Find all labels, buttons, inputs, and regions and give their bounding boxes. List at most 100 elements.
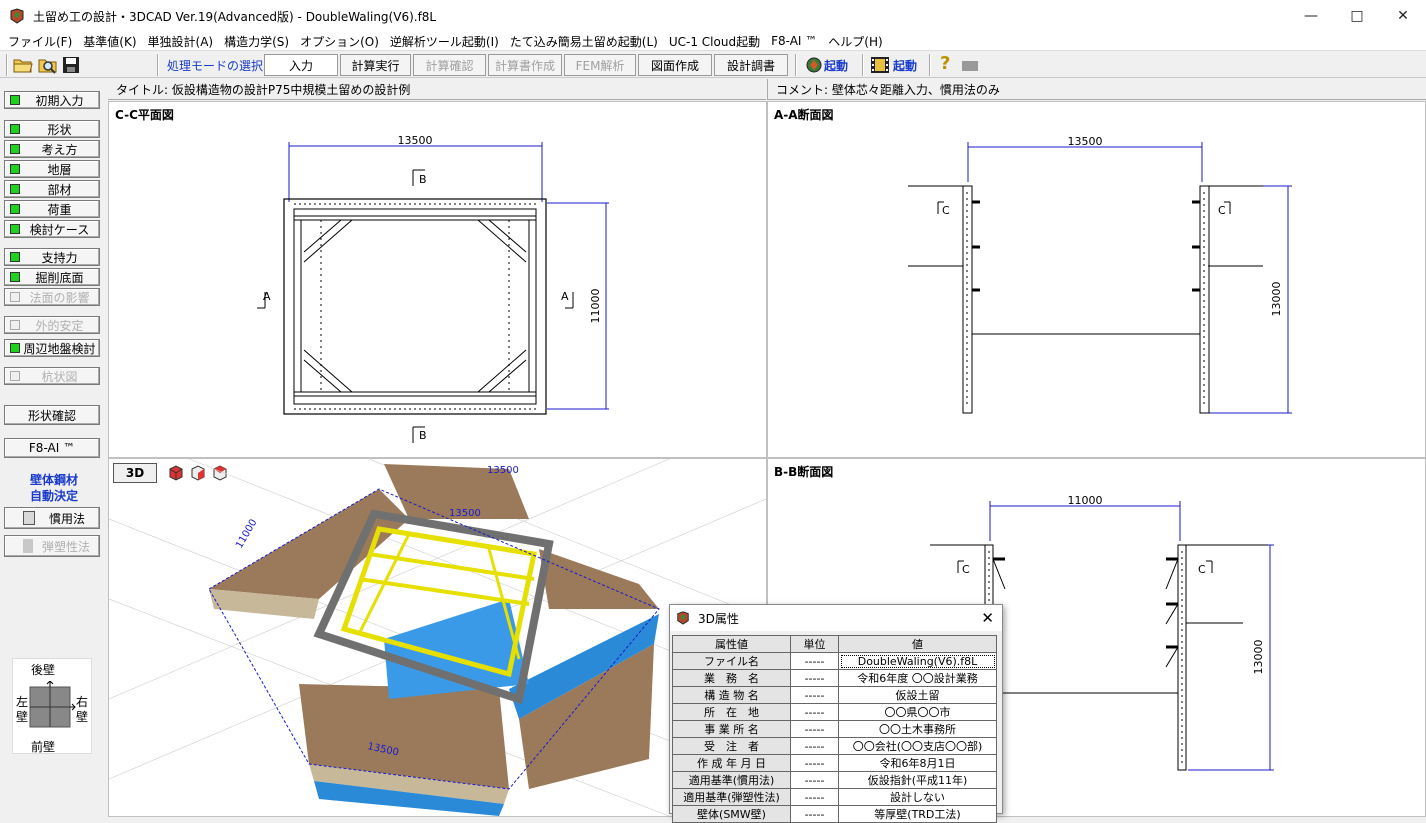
mode-input-button[interactable]: 入力 (264, 54, 338, 76)
front-wall-label: 前壁 (31, 740, 56, 754)
3d-dim-b: 11000 (234, 517, 259, 550)
table-row[interactable]: 適用基準(弾塑性法) ----- 設計しない (672, 788, 997, 806)
status-led-icon (10, 95, 20, 105)
table-row[interactable]: 所 在 地 ----- 〇〇県〇〇市 (672, 703, 997, 721)
sidebar-item-load[interactable]: 荷重 (4, 200, 100, 218)
conventional-method-button[interactable]: 慣用法 (4, 507, 100, 529)
header-attribute: 属性値 (672, 635, 791, 653)
table-row[interactable]: 事 業 所 名 ----- 〇〇土木事務所 (672, 720, 997, 738)
sidebar-item-surrounding-ground[interactable]: 周辺地盤検討 (4, 339, 100, 357)
table-row[interactable]: 業 務 名 ----- 令和6年度 〇〇設計業務 (672, 669, 997, 687)
menu-option[interactable]: オプション(O) (300, 33, 379, 50)
rear-wall-label: 後壁 (31, 663, 56, 677)
toolbar: 処理モードの選択 入力 計算実行 計算確認 計算書作成 FEM解析 図面作成 設… (0, 51, 1426, 78)
menu-bar: ファイル(F) 基準値(K) 単独設計(A) 構造力学(S) オプション(O) … (0, 32, 1426, 51)
open-folder-icon[interactable] (13, 56, 33, 74)
plan-dim-width: 13500 (398, 134, 433, 147)
plan-marker-a-right: A (561, 290, 569, 303)
menu-tatekomi[interactable]: たて込み簡易土留め起動(L) (510, 33, 658, 50)
aa-dim-height: 13000 (1270, 282, 1283, 317)
sidebar-item-pile-diagram[interactable]: 杭状図 (4, 367, 100, 385)
menu-uc1cloud[interactable]: UC-1 Cloud起動 (669, 33, 760, 50)
menu-f8ai[interactable]: F8-AI ™ (771, 34, 817, 48)
film-icon[interactable] (870, 56, 890, 74)
auto-steel-subtitle: 自動決定 (29, 489, 78, 503)
dialog-title: 3D属性 (698, 611, 739, 626)
sidebar-item-external-stability[interactable]: 外的安定 (4, 316, 100, 334)
mode-survey-button[interactable]: 設計調書 (714, 54, 788, 76)
project-title: タイトル: 仮設構造物の設計P75中規模土留めの設計例 (116, 82, 411, 97)
status-led-icon (10, 224, 20, 234)
sidebar-item-slope[interactable]: 法面の影響 (4, 288, 100, 306)
save-icon[interactable] (62, 56, 80, 74)
right-wall-label-2: 壁 (76, 710, 89, 724)
3d-dim-a2: 13500 (449, 508, 481, 519)
status-led-icon (10, 292, 20, 302)
menu-gyakukaiseki[interactable]: 逆解析ツール起動(I) (390, 33, 499, 50)
wall-orientation-compass: 後壁 前壁 左 壁 右 壁 (12, 658, 92, 754)
search-file-icon[interactable] (38, 56, 58, 74)
menu-help[interactable]: ヘルプ(H) (828, 33, 882, 50)
close-button[interactable]: ✕ (1380, 0, 1426, 32)
menu-kozo[interactable]: 構造力学(S) (224, 33, 289, 50)
table-row[interactable]: 構 造 物 名 ----- 仮設土留 (672, 686, 997, 704)
status-led-icon (10, 343, 20, 353)
3d-attribute-dialog: 3D属性 ✕ 属性値 単位 値 ファイル名 ----- DoubleWaling(V… (669, 604, 1003, 823)
bb-marker-c-left: C (962, 563, 970, 576)
sidebar-item-concept[interactable]: 考え方 (4, 140, 100, 158)
bb-marker-c-right: C (1198, 563, 1206, 576)
left-wall-label-2: 壁 (16, 710, 29, 724)
launch-button-1[interactable]: 起動 (824, 57, 848, 74)
plan-marker-b-top: B (419, 173, 427, 186)
maximize-button[interactable]: □ (1334, 0, 1380, 32)
help-icon[interactable]: ? (940, 53, 950, 74)
mode-report-button[interactable]: 計算書作成 (488, 54, 562, 76)
status-led-icon (10, 164, 20, 174)
elastoplastic-method-button[interactable]: 弾塑性法 (4, 535, 100, 557)
table-row[interactable]: ファイル名 ----- DoubleWaling(V6).f8L (672, 652, 997, 670)
sidebar-item-excavation-bottom[interactable]: 掘削底面 (4, 268, 100, 286)
table-row[interactable]: 受 注 者 ----- 〇〇会社(〇〇支店〇〇部) (672, 737, 997, 755)
sidebar-item-strata[interactable]: 地層 (4, 160, 100, 178)
dialog-titlebar[interactable]: 3D属性 (670, 605, 1002, 631)
mode-select-label: 処理モードの選択 (167, 59, 264, 73)
menu-tandoku[interactable]: 単独設計(A) (148, 33, 214, 50)
plan-view-pane[interactable]: C-C平面図 13500 11000 B B A A (108, 101, 767, 458)
3d-dim-a: 13500 (487, 465, 519, 476)
table-row[interactable]: 壁体(SMW壁) ----- 等厚壁(TRD工法) (672, 805, 997, 823)
menu-file[interactable]: ファイル(F) (8, 33, 72, 50)
launch-app-icon[interactable] (805, 56, 823, 74)
title-info-bar: タイトル: 仮設構造物の設計P75中規模土留めの設計例 (108, 79, 766, 100)
title-bar: 土留め工の設計・3DCAD Ver.19(Advanced版) - Double… (0, 0, 1426, 32)
sidebar-item-bearing[interactable]: 支持力 (4, 248, 100, 266)
mode-fem-button[interactable]: FEM解析 (564, 54, 636, 76)
mode-drawing-button[interactable]: 図面作成 (638, 54, 712, 76)
window-title: 土留め工の設計・3DCAD Ver.19(Advanced版) - Double… (33, 9, 437, 24)
bb-dim-width: 11000 (1068, 494, 1103, 507)
menu-kijunchi[interactable]: 基準値(K) (83, 33, 136, 50)
launch-button-2[interactable]: 起動 (893, 57, 917, 74)
project-comment: コメント: 壁体芯々距離入力、慣用法のみ (776, 82, 1000, 97)
table-row[interactable]: 作 成 年 月 日 ----- 令和6年8月1日 (672, 754, 997, 772)
dialog-close-icon[interactable]: ✕ (981, 609, 994, 627)
plan-view-drawing: 13500 11000 B B A A (257, 134, 609, 443)
aa-section-pane[interactable]: A-A断面図 13500 13000 C C (767, 101, 1426, 458)
mode-calc-check-button[interactable]: 計算確認 (413, 54, 486, 76)
dialog-app-icon (677, 611, 689, 625)
bb-dim-height: 13000 (1252, 640, 1265, 675)
sidebar: 初期入力 形状 考え方 地層 部材 荷重 検討ケース 支持力 掘削底面 法面の影… (0, 79, 108, 817)
sidebar-item-case[interactable]: 検討ケース (4, 220, 100, 238)
status-led-icon (10, 272, 20, 282)
elastoplastic-icon (23, 539, 33, 553)
f8ai-button[interactable]: F8-AI ™ (4, 438, 100, 458)
sidebar-item-shape[interactable]: 形状 (4, 120, 100, 138)
table-row[interactable]: 適用基準(慣用法) ----- 仮設指針(平成11年) (672, 771, 997, 789)
mode-calc-button[interactable]: 計算実行 (340, 54, 411, 76)
app-icon (10, 8, 24, 24)
shape-check-button[interactable]: 形状確認 (4, 405, 100, 425)
sidebar-item-member[interactable]: 部材 (4, 180, 100, 198)
status-led-icon (10, 124, 20, 134)
sidebar-initial-input[interactable]: 初期入力 (4, 91, 100, 109)
minimize-button[interactable]: — (1288, 0, 1334, 32)
aa-marker-c-right: C (1218, 204, 1226, 217)
